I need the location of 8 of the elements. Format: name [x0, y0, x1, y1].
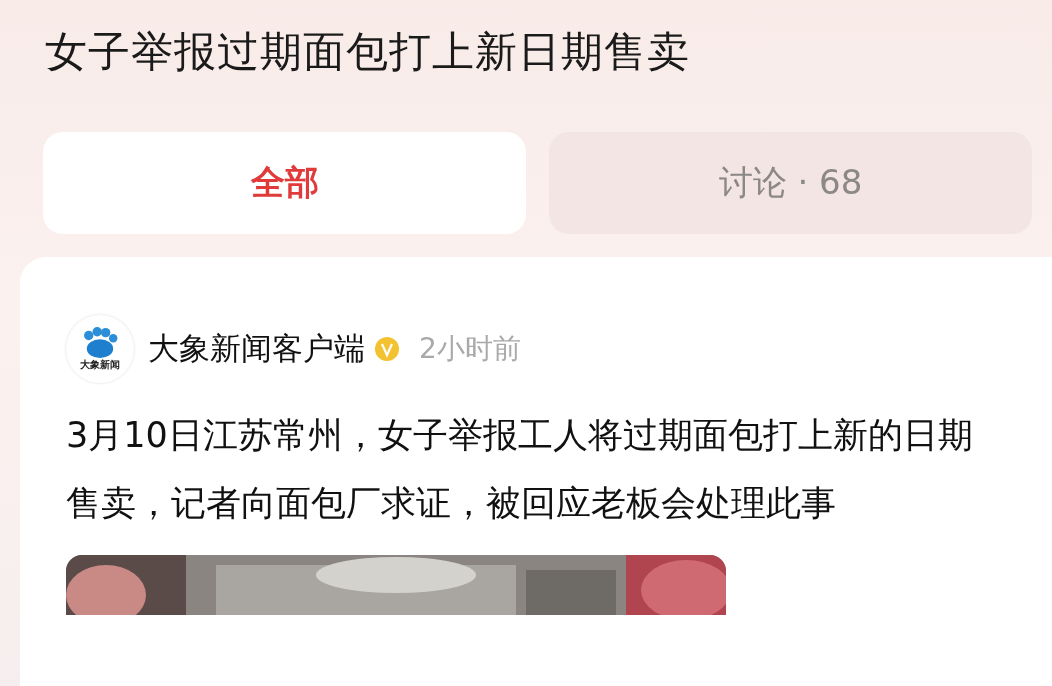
post-text: 3月10日江苏常州，女子举报工人将过期面包打上新的日期售卖，记者向面包厂求证，被回应老板会处理此事: [66, 414, 974, 525]
page-title: 女子举报过期面包打上新日期售卖: [45, 26, 691, 78]
avatar[interactable]: 大象新闻: [66, 315, 134, 383]
post-time: 2小时前: [419, 331, 521, 367]
paw-icon: [81, 327, 119, 359]
tab[interactable]: 全部: [43, 132, 526, 234]
author-name[interactable]: 大象新闻客户端: [148, 328, 365, 370]
logo-text: 大象新闻: [80, 359, 120, 371]
